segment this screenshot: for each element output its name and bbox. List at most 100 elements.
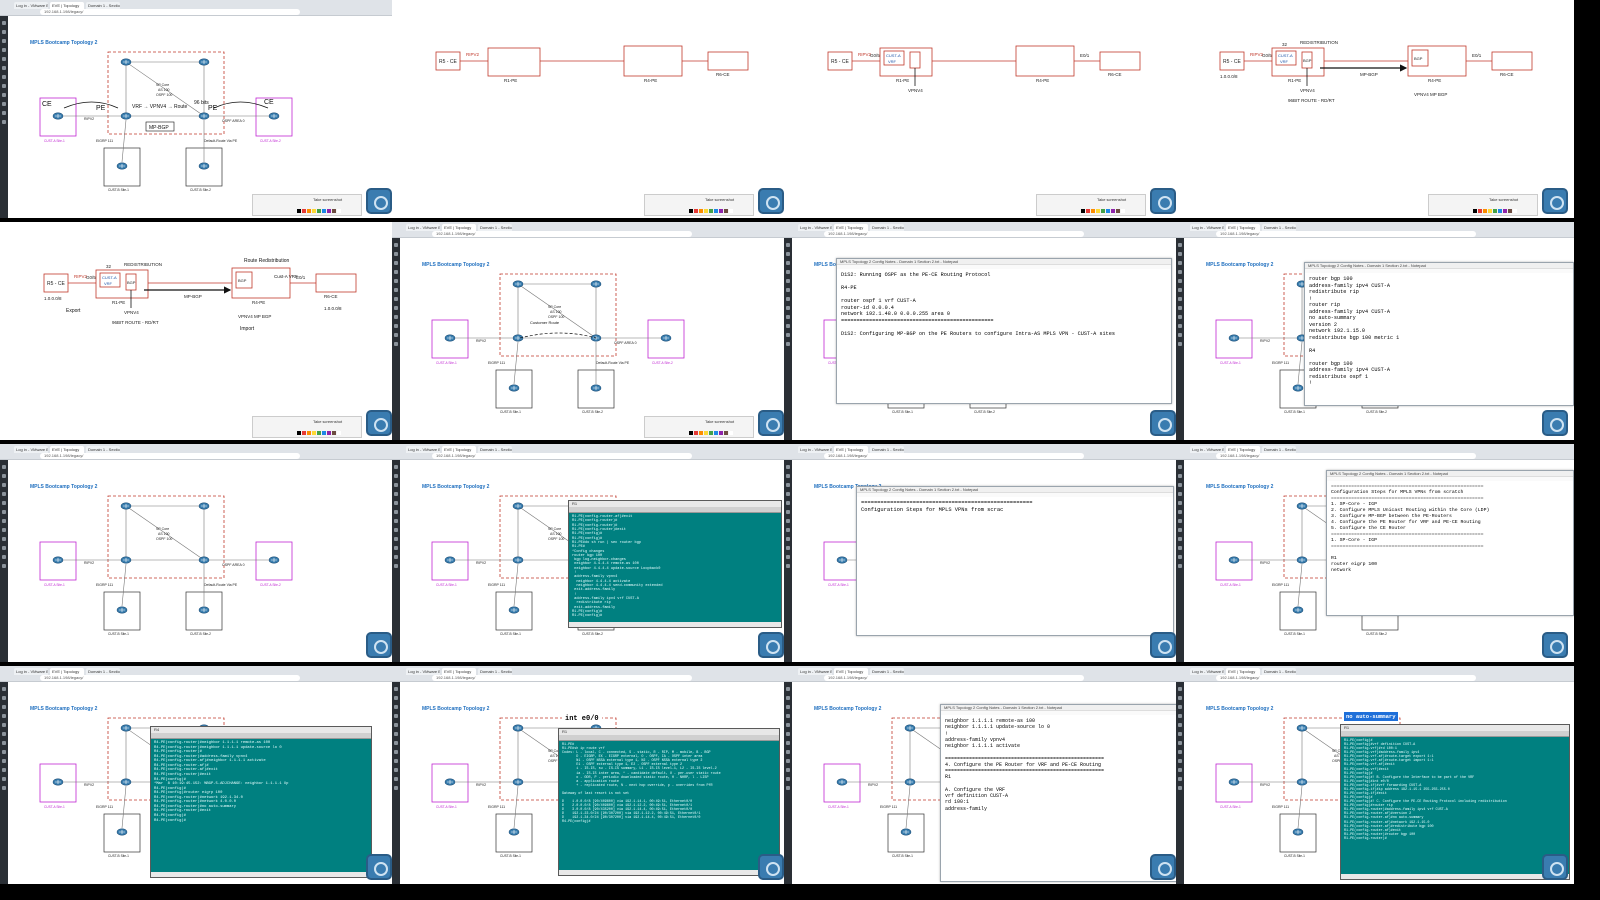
sidebar-tool-icon[interactable] (2, 687, 6, 691)
sidebar-tool-icon[interactable] (786, 279, 790, 283)
color-swatch[interactable] (709, 431, 713, 435)
notepad-text[interactable]: D1S2: Running OSPF as the PE-CE Routing … (837, 269, 1171, 340)
sidebar-tool-icon[interactable] (1178, 243, 1182, 247)
color-swatch[interactable] (302, 431, 306, 435)
browser-tab[interactable]: Log in - VMware ESXi (1190, 224, 1224, 231)
color-swatch[interactable] (1106, 209, 1110, 213)
browser-tab[interactable]: Domain 1 - Section 1 - Google (86, 2, 120, 9)
router-r7[interactable] (900, 828, 912, 836)
router-r2[interactable] (120, 724, 132, 732)
router-r5[interactable] (836, 778, 848, 786)
sidebar-tool-icon[interactable] (394, 270, 398, 274)
sidebar-tool-icon[interactable] (786, 750, 790, 754)
sidebar-tool-icon[interactable] (2, 564, 6, 568)
sidebar-tool-icon[interactable] (2, 510, 6, 514)
color-swatch[interactable] (1111, 209, 1115, 213)
router-r6[interactable] (268, 112, 280, 120)
sidebar-tool-icon[interactable] (1178, 483, 1182, 487)
take-screenshot-label[interactable]: Take screenshot (705, 197, 734, 202)
router-r5[interactable] (444, 334, 456, 342)
browser-tab[interactable]: Log in - VMware ESXi (798, 446, 832, 453)
sidebar-tool-icon[interactable] (2, 483, 6, 487)
color-swatch[interactable] (704, 209, 708, 213)
color-swatch[interactable] (694, 431, 698, 435)
sidebar-tool-icon[interactable] (786, 687, 790, 691)
color-swatch[interactable] (719, 431, 723, 435)
browser-tab[interactable]: Log in - VMware ESXi (1190, 668, 1224, 675)
router-r5[interactable] (52, 778, 64, 786)
router-r2[interactable] (1296, 502, 1308, 510)
router-r5[interactable] (52, 112, 64, 120)
sidebar-tool-icon[interactable] (786, 555, 790, 559)
color-swatch[interactable] (704, 431, 708, 435)
color-swatch[interactable] (729, 209, 733, 213)
sidebar-tool-icon[interactable] (2, 501, 6, 505)
sidebar-tool-icon[interactable] (786, 519, 790, 523)
address-bar[interactable]: 192.168.1.198/legacy/ (432, 231, 692, 237)
browser-tab[interactable]: EVE | Topology (50, 2, 84, 9)
router-r5[interactable] (444, 556, 456, 564)
router-r1[interactable] (120, 778, 132, 786)
sidebar-tool-icon[interactable] (786, 288, 790, 292)
color-swatch[interactable] (1101, 209, 1105, 213)
browser-tab[interactable]: Domain 1 - Section 1 - Google (478, 668, 512, 675)
sidebar-tool-icon[interactable] (1178, 786, 1182, 790)
router-r3[interactable] (198, 58, 210, 66)
router-r7[interactable] (116, 828, 128, 836)
sidebar-tool-icon[interactable] (394, 333, 398, 337)
router-r2[interactable] (120, 58, 132, 66)
address-bar[interactable]: 192.168.1.198/legacy/ (432, 675, 692, 681)
browser-tab[interactable]: EVE | Topology (1226, 224, 1260, 231)
sidebar-tool-icon[interactable] (2, 474, 6, 478)
browser-tab[interactable]: EVE | Topology (834, 446, 868, 453)
sidebar-tool-icon[interactable] (394, 750, 398, 754)
sidebar-tool-icon[interactable] (2, 66, 6, 70)
sidebar-tool-icon[interactable] (786, 324, 790, 328)
color-swatch[interactable] (714, 209, 718, 213)
sidebar-tool-icon[interactable] (786, 759, 790, 763)
sidebar-tool-icon[interactable] (2, 705, 6, 709)
color-swatch[interactable] (337, 431, 341, 435)
browser-tab[interactable]: Domain 1 - Section 1 - Google (478, 224, 512, 231)
router-r7[interactable] (508, 606, 520, 614)
sidebar-tool-icon[interactable] (1178, 288, 1182, 292)
terminal-output[interactable]: R1-PE(config-router-af)#exit R1-PE(config… (569, 513, 781, 621)
sidebar-tool-icon[interactable] (786, 528, 790, 532)
browser-tab[interactable]: Log in - VMware ESXi (14, 446, 48, 453)
sidebar-tool-icon[interactable] (2, 21, 6, 25)
sidebar-tool-icon[interactable] (2, 30, 6, 34)
router-r5[interactable] (1228, 556, 1240, 564)
browser-tab[interactable]: Domain 1 - Section 1 - Google (1262, 668, 1296, 675)
browser-tab[interactable]: Domain 1 - Section 1 - Google (870, 446, 904, 453)
router-r7[interactable] (1292, 606, 1304, 614)
sidebar-tool-icon[interactable] (2, 786, 6, 790)
color-swatch[interactable] (1121, 209, 1125, 213)
sidebar-tool-icon[interactable] (394, 786, 398, 790)
address-bar[interactable]: 192.168.1.198/legacy/ (40, 453, 300, 459)
sidebar-tool-icon[interactable] (786, 546, 790, 550)
sidebar-tool-icon[interactable] (2, 555, 6, 559)
sidebar-tool-icon[interactable] (1178, 270, 1182, 274)
sidebar-tool-icon[interactable] (786, 297, 790, 301)
color-swatch[interactable] (1488, 209, 1492, 213)
router-r1[interactable] (512, 556, 524, 564)
browser-tab[interactable]: Log in - VMware ESXi (406, 668, 440, 675)
sidebar-tool-icon[interactable] (2, 102, 6, 106)
sidebar-tool-icon[interactable] (394, 261, 398, 265)
sidebar-tool-icon[interactable] (2, 519, 6, 523)
sidebar-tool-icon[interactable] (1178, 741, 1182, 745)
sidebar-tool-icon[interactable] (786, 306, 790, 310)
color-swatch[interactable] (1498, 209, 1502, 213)
color-swatch[interactable] (307, 209, 311, 213)
terminal-output[interactable]: R1-PE(config)# R1-PE(config)#vrf definiti… (1341, 737, 1569, 843)
sidebar-tool-icon[interactable] (394, 465, 398, 469)
sidebar-tool-icon[interactable] (2, 546, 6, 550)
router-r1[interactable] (120, 556, 132, 564)
sidebar-tool-icon[interactable] (2, 768, 6, 772)
sidebar-tool-icon[interactable] (394, 288, 398, 292)
sidebar-tool-icon[interactable] (786, 777, 790, 781)
terminal-output[interactable]: R4-PE(config-router)#neighbor 1.1.1.1 re… (151, 739, 371, 825)
sidebar-tool-icon[interactable] (786, 243, 790, 247)
sidebar-tool-icon[interactable] (786, 483, 790, 487)
color-swatch[interactable] (724, 431, 728, 435)
